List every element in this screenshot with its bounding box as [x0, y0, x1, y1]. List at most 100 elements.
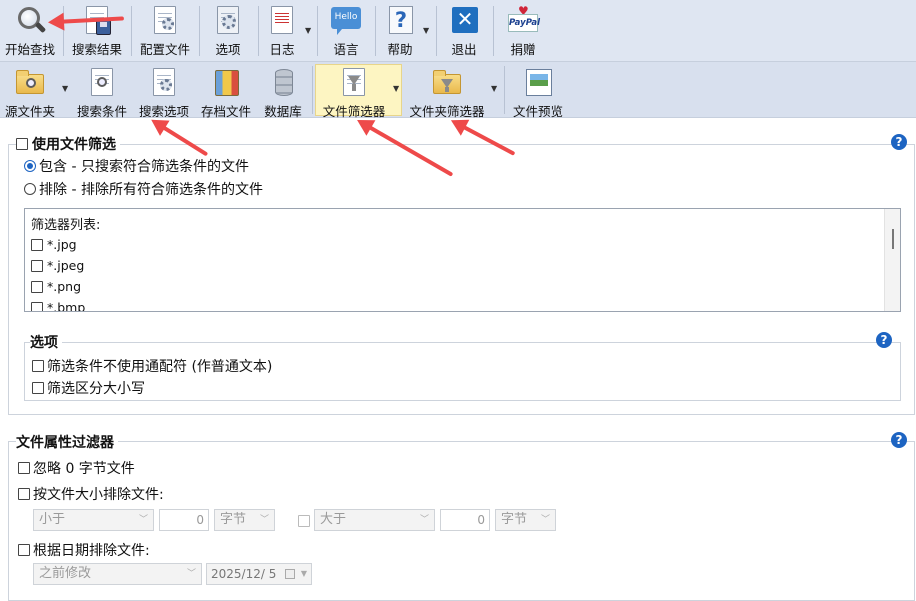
size-greater-op-value: 大于	[320, 512, 347, 527]
filter-item-label: *.jpeg	[47, 258, 85, 273]
search-options-button[interactable]: 搜索选项	[136, 62, 192, 120]
size-less-value-input[interactable]: 0	[159, 509, 209, 531]
exit-button[interactable]: ✕ 退出	[442, 0, 486, 58]
help-icon[interactable]: ?	[876, 332, 892, 348]
size-greater-unit-value: 字节	[501, 512, 528, 527]
size-greater-unit-select[interactable]: 字节 ﹀	[495, 509, 556, 531]
filter-list-scrollbar[interactable]	[884, 209, 900, 311]
list-item[interactable]: *.png	[31, 279, 81, 294]
case-sensitive-checkbox[interactable]	[32, 382, 44, 394]
config-file-icon	[150, 6, 180, 36]
exclude-size-row[interactable]: 按文件大小排除文件:	[18, 484, 164, 504]
scrollbar-thumb[interactable]	[892, 229, 894, 249]
chevron-down-icon: ﹀	[138, 515, 148, 525]
exclude-radio[interactable]	[24, 183, 36, 195]
search-criteria-button[interactable]: 搜索条件	[74, 62, 130, 120]
exclude-date-row[interactable]: 根据日期排除文件:	[18, 540, 150, 560]
exclude-radio-label: 排除 - 排除所有符合筛选条件的文件	[39, 182, 263, 198]
filter-item-checkbox[interactable]	[31, 259, 43, 272]
archive-files-button[interactable]: 存档文件	[198, 62, 254, 120]
ignore-zero-row[interactable]: 忽略 0 字节文件	[18, 458, 135, 478]
filter-item-label: *.bmp	[47, 300, 86, 312]
include-radio-row[interactable]: 包含 - 只搜索符合筛选条件的文件	[24, 156, 249, 176]
database-icon	[268, 68, 298, 98]
case-sensitive-label: 筛选区分大小写	[47, 381, 145, 397]
exclude-date-label: 根据日期排除文件:	[33, 543, 150, 559]
exit-label: 退出	[451, 42, 477, 57]
filter-icon	[339, 68, 369, 98]
filter-item-checkbox[interactable]	[31, 301, 43, 311]
list-item[interactable]: *.jpg	[31, 237, 77, 252]
size-less-op-select[interactable]: 小于 ﹀	[33, 509, 154, 531]
no-wildcard-label: 筛选条件不使用通配符 (作普通文本)	[47, 359, 273, 375]
help-dropdown-arrow-icon[interactable]: ▼	[423, 26, 429, 35]
size-less-unit-select[interactable]: 字节 ﹀	[214, 509, 275, 531]
paypal-icon-text: PayPal	[508, 14, 540, 32]
chevron-down-icon: ▼	[300, 569, 307, 578]
size-less-unit-value: 字节	[220, 512, 247, 527]
list-item[interactable]: *.bmp	[31, 300, 86, 312]
search-results-label: 搜索结果	[71, 42, 122, 57]
use-file-filter-label: 使用文件筛选	[32, 137, 116, 153]
main-toolbar: 开始查找 搜索结果 配置文件 选项 日志 ▼ Hello 语言 ? 帮助 ▼ ✕…	[0, 0, 916, 62]
chevron-down-icon: ﹀	[186, 569, 196, 579]
log-button[interactable]: 日志	[262, 0, 302, 58]
exclude-size-checkbox[interactable]	[18, 488, 30, 500]
filter-item-label: *.jpg	[47, 237, 77, 252]
preview-icon	[523, 68, 553, 98]
search-criteria-label: 搜索条件	[76, 104, 127, 119]
filter-item-checkbox[interactable]	[31, 280, 43, 293]
options-subgroup-title: 选项	[30, 332, 62, 352]
size-greater-op-select[interactable]: 大于 ﹀	[314, 509, 435, 531]
include-radio-label: 包含 - 只搜索符合筛选条件的文件	[39, 159, 249, 175]
include-radio[interactable]	[24, 160, 36, 172]
calendar-icon	[285, 569, 295, 579]
exclude-radio-row[interactable]: 排除 - 排除所有符合筛选条件的文件	[24, 179, 263, 199]
language-label: 语言	[333, 42, 359, 57]
use-file-filter-checkbox[interactable]	[16, 138, 28, 150]
language-button[interactable]: Hello 语言	[322, 0, 370, 58]
size-greater-value-input[interactable]: 0	[440, 509, 490, 531]
help-button[interactable]: ? 帮助	[380, 0, 420, 58]
options-button[interactable]: 选项	[204, 0, 252, 58]
database-label: 数据库	[264, 104, 302, 119]
start-search-label: 开始查找	[4, 42, 55, 57]
filter-item-checkbox[interactable]	[31, 238, 43, 251]
help-icon[interactable]: ?	[891, 134, 907, 150]
size-greater-checkbox[interactable]	[298, 515, 310, 527]
no-wildcard-row[interactable]: 筛选条件不使用通配符 (作普通文本)	[32, 356, 272, 376]
filter-item-label: *.png	[47, 279, 82, 294]
list-item[interactable]: *.jpeg	[31, 258, 84, 273]
folder-filter-dropdown-arrow-icon[interactable]: ▼	[491, 84, 497, 93]
case-sensitive-row[interactable]: 筛选区分大小写	[32, 378, 145, 398]
search-results-button[interactable]: 搜索结果	[68, 0, 126, 58]
filter-list[interactable]: 筛选器列表: *.jpg *.jpeg *.png *.bmp	[24, 208, 901, 312]
donate-button[interactable]: ♥ PayPal 捐赠	[500, 0, 546, 58]
no-wildcard-checkbox[interactable]	[32, 360, 44, 372]
database-button[interactable]: 数据库	[260, 62, 306, 120]
gear-icon	[213, 6, 243, 36]
date-op-select[interactable]: 之前修改 ﹀	[33, 563, 202, 585]
search-criteria-icon	[87, 68, 117, 98]
date-picker[interactable]: 2025/12/ 5 ▼	[206, 563, 312, 585]
file-filter-label: 文件筛选器	[322, 104, 386, 119]
magnifier-icon	[15, 6, 47, 36]
config-file-label: 配置文件	[139, 42, 190, 57]
help-icon[interactable]: ?	[891, 432, 907, 448]
ignore-zero-label: 忽略 0 字节文件	[33, 461, 135, 477]
source-folder-button[interactable]: 源文件夹	[2, 62, 58, 120]
exit-icon-glyph: ✕	[452, 7, 478, 33]
log-dropdown-arrow-icon[interactable]: ▼	[305, 26, 311, 35]
config-file-button[interactable]: 配置文件	[136, 0, 194, 58]
log-icon	[267, 6, 297, 36]
source-folder-dropdown-arrow-icon[interactable]: ▼	[62, 84, 68, 93]
ignore-zero-checkbox[interactable]	[18, 462, 30, 474]
exclude-date-checkbox[interactable]	[18, 544, 30, 556]
filter-list-header: 筛选器列表:	[31, 218, 101, 233]
folder-filter-button[interactable]: 文件夹筛选器	[405, 62, 489, 120]
attr-filter-title: 文件属性过滤器	[16, 432, 118, 452]
file-filter-dropdown-arrow-icon[interactable]: ▼	[393, 84, 399, 93]
file-preview-button[interactable]: 文件预览	[508, 62, 568, 120]
file-filter-button[interactable]: 文件筛选器	[318, 62, 390, 120]
archive-files-label: 存档文件	[200, 104, 251, 119]
